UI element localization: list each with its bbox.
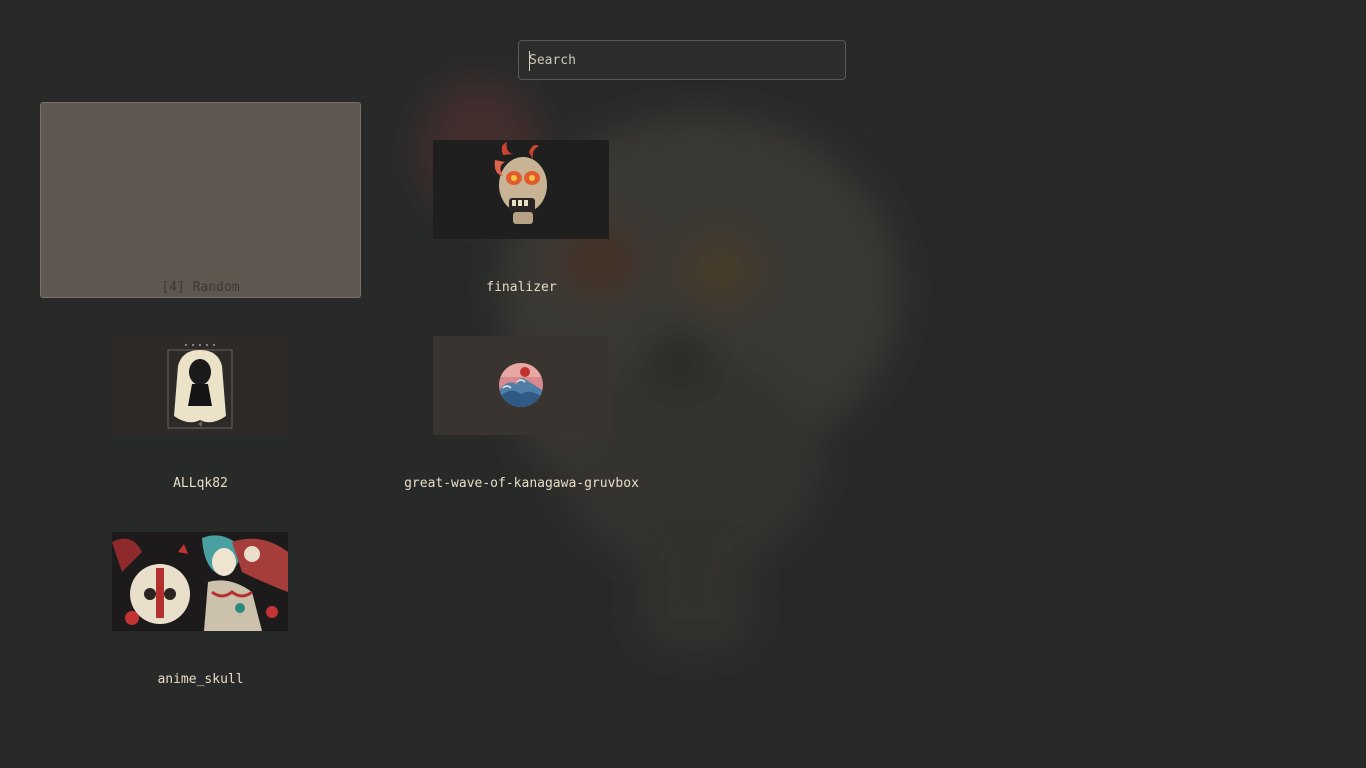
wallpaper-thumbnail <box>112 336 288 435</box>
item-label: great-wave-of-kanagawa-gruvbox <box>404 476 639 491</box>
item-label: ALLqk82 <box>173 476 228 491</box>
search-input[interactable] <box>519 41 845 79</box>
grid-item-finalizer[interactable]: finalizer <box>361 102 682 298</box>
item-label: anime_skull <box>157 672 244 687</box>
grid-item-allqk82[interactable]: ALLqk82 <box>40 298 361 494</box>
wallpaper-thumbnail <box>112 532 288 631</box>
grid-item-great-wave[interactable]: great-wave-of-kanagawa-gruvbox <box>361 298 682 494</box>
item-label: [4] Random <box>161 280 240 295</box>
grid-item-random[interactable]: [4] Random <box>40 102 361 298</box>
grid-item-anime-skull[interactable]: anime_skull <box>40 494 361 690</box>
wallpaper-thumbnail <box>433 140 609 239</box>
wallpaper-thumbnail <box>433 336 609 435</box>
text-cursor <box>529 51 530 71</box>
anime-skull-art-image <box>112 532 288 631</box>
item-label: finalizer <box>486 280 557 295</box>
search-box[interactable] <box>518 40 846 80</box>
white-haired-figure-image <box>112 336 288 435</box>
wave-circle-image <box>433 336 609 435</box>
flaming-skull-image <box>433 140 609 239</box>
